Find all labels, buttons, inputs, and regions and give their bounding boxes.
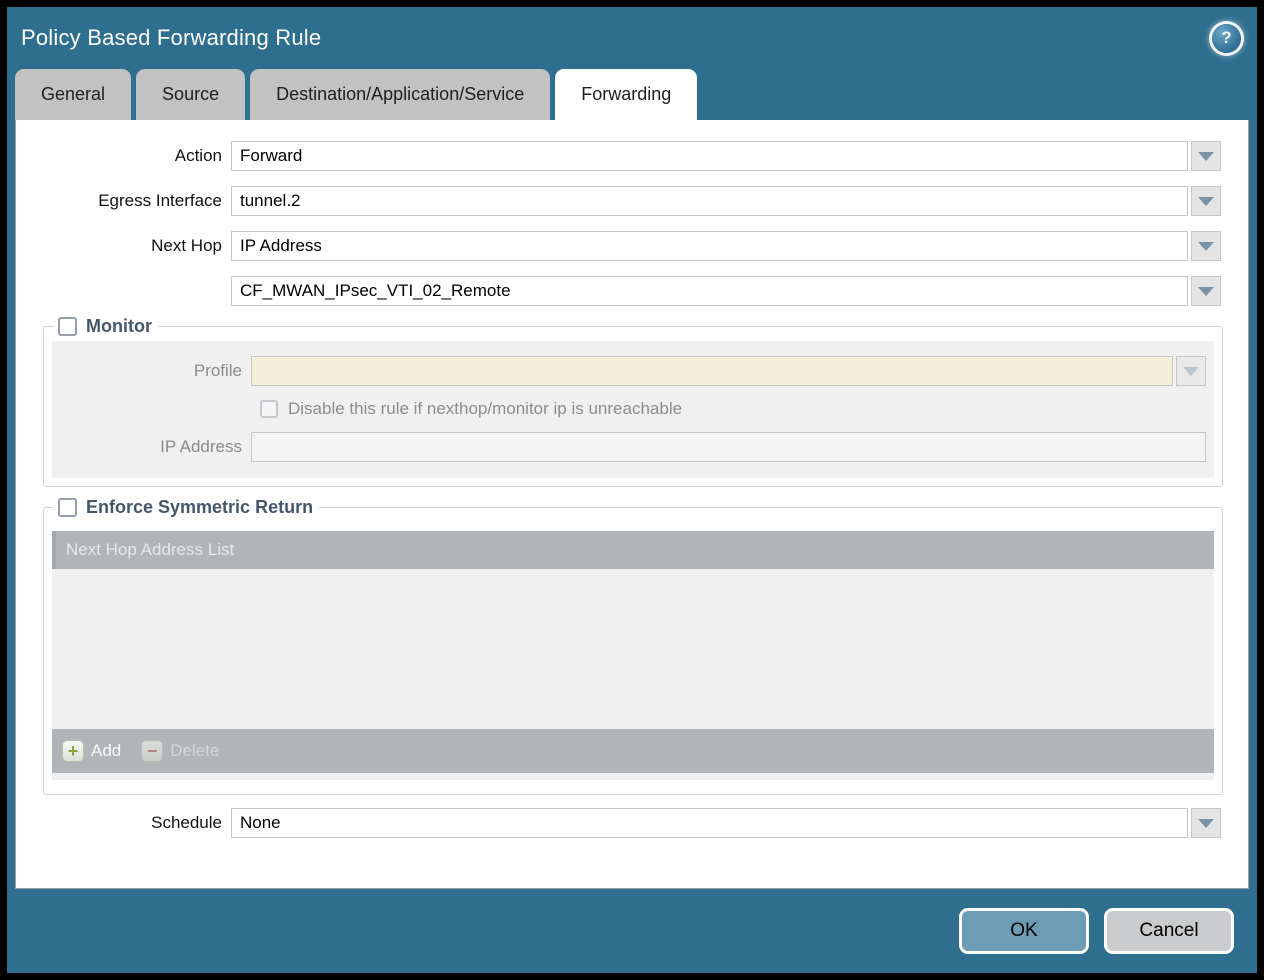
action-label: Action: [174, 146, 222, 165]
tab-general-label: General: [41, 84, 106, 104]
help-icon-glyph: ?: [1221, 28, 1232, 47]
egress-interface-label: Egress Interface: [98, 191, 222, 210]
policy-based-forwarding-rule-dialog: Policy Based Forwarding Rule ? General S…: [7, 7, 1257, 973]
ok-button-label: OK: [1010, 920, 1038, 941]
dialog-footer: OK Cancel: [7, 889, 1257, 973]
tab-source[interactable]: Source: [136, 69, 246, 120]
chevron-down-icon: [1183, 366, 1199, 376]
chevron-down-icon: [1198, 286, 1214, 296]
next-hop-address-list-column-header: Next Hop Address List: [66, 540, 235, 559]
next-hop-address-table-body[interactable]: [52, 569, 1214, 729]
egress-interface-input[interactable]: [231, 186, 1188, 216]
next-hop-row: Next Hop: [44, 231, 1221, 261]
monitor-panel: Profile Disable this rule if nexthop/mon…: [52, 341, 1214, 478]
next-hop-type-input[interactable]: [231, 231, 1188, 261]
chevron-down-icon: [1198, 151, 1214, 161]
tab-forwarding-label: Forwarding: [581, 84, 672, 104]
schedule-label: Schedule: [151, 813, 222, 832]
profile-input: [251, 356, 1173, 386]
monitor-fieldset: Monitor Profile Disable this rule if nex…: [43, 316, 1223, 487]
action-input[interactable]: [231, 141, 1188, 171]
disable-rule-row: Disable this rule if nexthop/monitor ip …: [260, 399, 1206, 419]
next-hop-field: [231, 231, 1221, 261]
tab-forwarding[interactable]: Forwarding: [555, 69, 698, 120]
cancel-button[interactable]: Cancel: [1104, 908, 1234, 954]
enforce-symmetric-return-checkbox[interactable]: [58, 498, 77, 517]
tab-destination-application-service-label: Destination/Application/Service: [276, 84, 525, 104]
profile-row: Profile: [60, 356, 1206, 386]
delete-button: − Delete: [141, 740, 219, 762]
next-hop-address-table-toolbar: + Add − Delete: [52, 729, 1214, 773]
next-hop-address-field: [231, 276, 1221, 306]
forwarding-tab-panel: Action Egress Interface Next Hop: [15, 120, 1249, 889]
chevron-down-icon: [1198, 818, 1214, 828]
monitor-checkbox[interactable]: [58, 317, 77, 336]
enforce-symmetric-return-legend: Enforce Symmetric Return: [54, 497, 319, 518]
monitor-legend-label: Monitor: [86, 316, 152, 336]
monitor-ip-address-input: [251, 432, 1206, 462]
enforce-symmetric-return-legend-label: Enforce Symmetric Return: [86, 497, 314, 517]
ok-button[interactable]: OK: [959, 908, 1089, 954]
next-hop-address-table: Next Hop Address List + Add − Delete: [52, 531, 1214, 780]
next-hop-dropdown-button[interactable]: [1191, 231, 1221, 261]
monitor-ip-address-field: [251, 432, 1206, 462]
profile-label: Profile: [193, 361, 242, 380]
enforce-symmetric-return-fieldset: Enforce Symmetric Return Next Hop Addres…: [43, 497, 1223, 795]
next-hop-label: Next Hop: [151, 236, 222, 255]
egress-interface-row: Egress Interface: [44, 186, 1221, 216]
add-button-label: Add: [91, 741, 122, 760]
dialog-title: Policy Based Forwarding Rule: [21, 25, 322, 50]
action-field: [231, 141, 1221, 171]
schedule-input[interactable]: [231, 808, 1188, 838]
cancel-button-label: Cancel: [1139, 920, 1199, 941]
plus-icon: +: [62, 740, 84, 762]
schedule-field: [231, 808, 1221, 838]
next-hop-address-table-header: Next Hop Address List: [52, 531, 1214, 569]
monitor-ip-address-row: IP Address: [60, 432, 1206, 462]
schedule-row: Schedule: [44, 808, 1221, 838]
chevron-down-icon: [1198, 241, 1214, 251]
disable-rule-label: Disable this rule if nexthop/monitor ip …: [288, 399, 683, 418]
minus-icon: −: [141, 740, 164, 762]
next-hop-address-dropdown-button[interactable]: [1191, 276, 1221, 306]
egress-interface-dropdown-button[interactable]: [1191, 186, 1221, 216]
monitor-ip-address-label: IP Address: [160, 437, 242, 456]
add-button[interactable]: + Add: [62, 740, 121, 762]
profile-field: [251, 356, 1206, 386]
egress-interface-field: [231, 186, 1221, 216]
action-dropdown-button[interactable]: [1191, 141, 1221, 171]
next-hop-address-row: [44, 276, 1221, 306]
delete-button-label: Delete: [170, 741, 220, 760]
next-hop-address-input[interactable]: [231, 276, 1188, 306]
action-row: Action: [44, 141, 1221, 171]
tab-source-label: Source: [162, 84, 220, 104]
tab-destination-application-service[interactable]: Destination/Application/Service: [250, 69, 551, 120]
help-icon[interactable]: ?: [1212, 23, 1241, 53]
dialog-titlebar: Policy Based Forwarding Rule ?: [7, 7, 1257, 69]
disable-rule-checkbox: [260, 400, 278, 418]
profile-dropdown-button: [1176, 356, 1206, 386]
tab-general[interactable]: General: [15, 69, 132, 120]
chevron-down-icon: [1198, 196, 1214, 206]
monitor-legend: Monitor: [54, 316, 158, 337]
schedule-dropdown-button[interactable]: [1191, 808, 1221, 838]
tab-bar: General Source Destination/Application/S…: [7, 69, 1257, 120]
